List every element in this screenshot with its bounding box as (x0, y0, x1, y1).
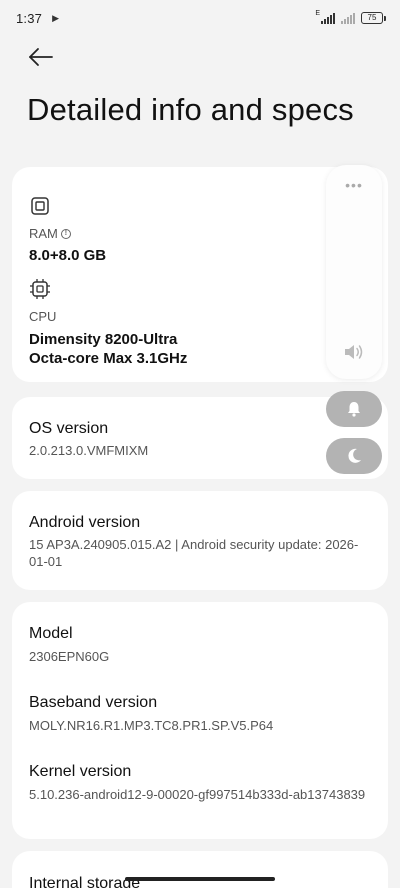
model-title: Model (29, 625, 73, 642)
internal-storage-title: Internal storage (29, 875, 141, 888)
status-bar: 1:37 ▶ E 75 (0, 0, 400, 36)
volume-more-icon[interactable]: ••• (326, 177, 382, 193)
android-version-title: Android version (29, 514, 141, 531)
ram-chip-icon (31, 197, 49, 215)
home-indicator[interactable] (125, 877, 275, 881)
volume-slider[interactable]: ••• (326, 165, 382, 379)
signal-strength-icon (321, 12, 335, 24)
android-version-card[interactable]: Android version 15 AP3A.240905.015.A2 | … (12, 491, 388, 590)
android-version-value: 15 AP3A.240905.015.A2 | Android security… (29, 537, 359, 569)
back-button[interactable] (26, 44, 56, 70)
kernel-title: Kernel version (29, 763, 132, 780)
internal-storage-card[interactable]: Internal storage (12, 851, 388, 888)
model-value: 2306EPN60G (29, 649, 110, 664)
kernel-value: 5.10.236-android12-9-00020-gf997514b333d… (29, 787, 366, 802)
os-version-title: OS version (29, 420, 109, 437)
network-type-label: E (315, 9, 320, 17)
moon-icon (348, 448, 361, 463)
status-icons: E 75 (315, 9, 386, 24)
battery-icon: 75 (361, 12, 386, 24)
back-arrow-icon (29, 48, 53, 66)
device-info-card: Model 2306EPN60G Baseband version MOLY.N… (12, 602, 388, 839)
battery-level: 75 (361, 12, 383, 24)
baseband-title: Baseband version (29, 694, 158, 711)
cpu-value-line1: Dimensity 8200-Ultra (29, 331, 178, 348)
ram-value: 8.0+8.0 GB (29, 247, 107, 264)
cpu-chip-icon (30, 279, 50, 299)
bell-icon (348, 402, 360, 417)
baseband-value: MOLY.NR16.R1.MP3.TC8.PR1.SP.V5.P64 (29, 718, 274, 733)
do-not-disturb-button[interactable] (326, 438, 382, 474)
media-play-icon: ▶ (52, 12, 60, 23)
status-time: 1:37 (16, 10, 43, 26)
signal-strength-secondary-icon (341, 12, 355, 24)
ram-label-row: RAM ! (29, 226, 71, 241)
page-title: Detailed info and specs (27, 92, 354, 127)
ram-label: RAM (29, 226, 58, 241)
speaker-icon (345, 345, 363, 359)
cpu-label: CPU (29, 309, 57, 324)
cpu-value-line2: Octa-core Max 3.1GHz (29, 350, 188, 367)
ring-mode-button[interactable] (326, 391, 382, 427)
os-version-value: 2.0.213.0.VMFMIXM (29, 443, 149, 458)
info-icon[interactable]: ! (60, 228, 71, 239)
